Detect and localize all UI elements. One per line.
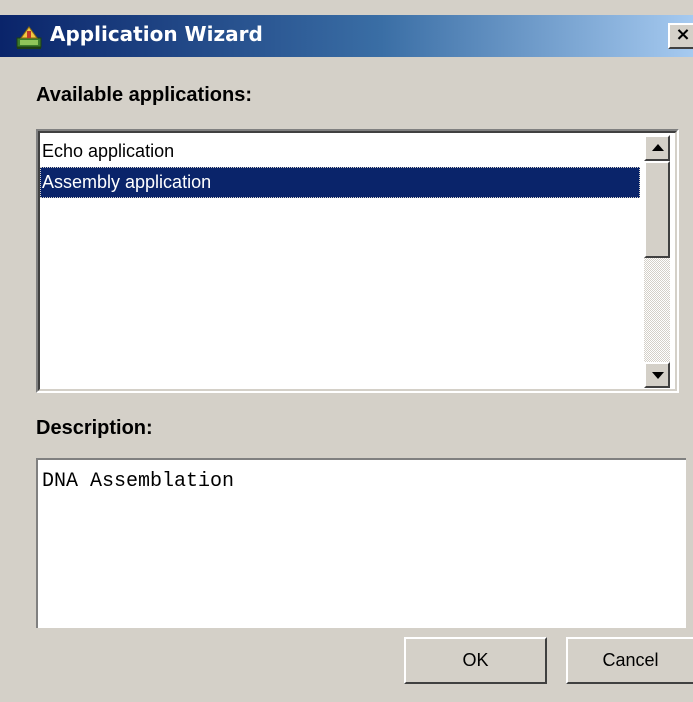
ok-button[interactable]: OK	[404, 637, 547, 684]
description-text: DNA Assemblation	[42, 470, 235, 493]
list-item-echo-application[interactable]: Echo application	[40, 136, 640, 167]
close-button[interactable]: ×	[668, 23, 693, 49]
application-wizard-dialog: Application Wizard × Available applicati…	[0, 0, 693, 702]
list-item-assembly-application[interactable]: Assembly application	[40, 167, 640, 198]
scrollbar-thumb[interactable]	[644, 161, 670, 258]
title-bar[interactable]: Application Wizard ×	[0, 15, 693, 57]
application-wizard-icon	[15, 23, 43, 51]
scroll-up-button[interactable]	[644, 135, 670, 161]
arrow-down-icon	[652, 372, 664, 379]
cancel-button[interactable]: Cancel	[566, 637, 693, 684]
close-icon: ×	[675, 24, 691, 45]
window-title: Application Wizard	[50, 22, 263, 46]
scroll-down-button[interactable]	[644, 362, 670, 388]
description-textarea[interactable]: DNA Assemblation	[36, 458, 686, 628]
available-applications-label: Available applications:	[36, 84, 252, 106]
arrow-up-icon	[652, 144, 664, 151]
applications-listbox[interactable]: Echo application Assembly application	[36, 129, 679, 393]
description-label: Description:	[36, 417, 153, 439]
applications-scrollbar[interactable]	[644, 135, 670, 388]
